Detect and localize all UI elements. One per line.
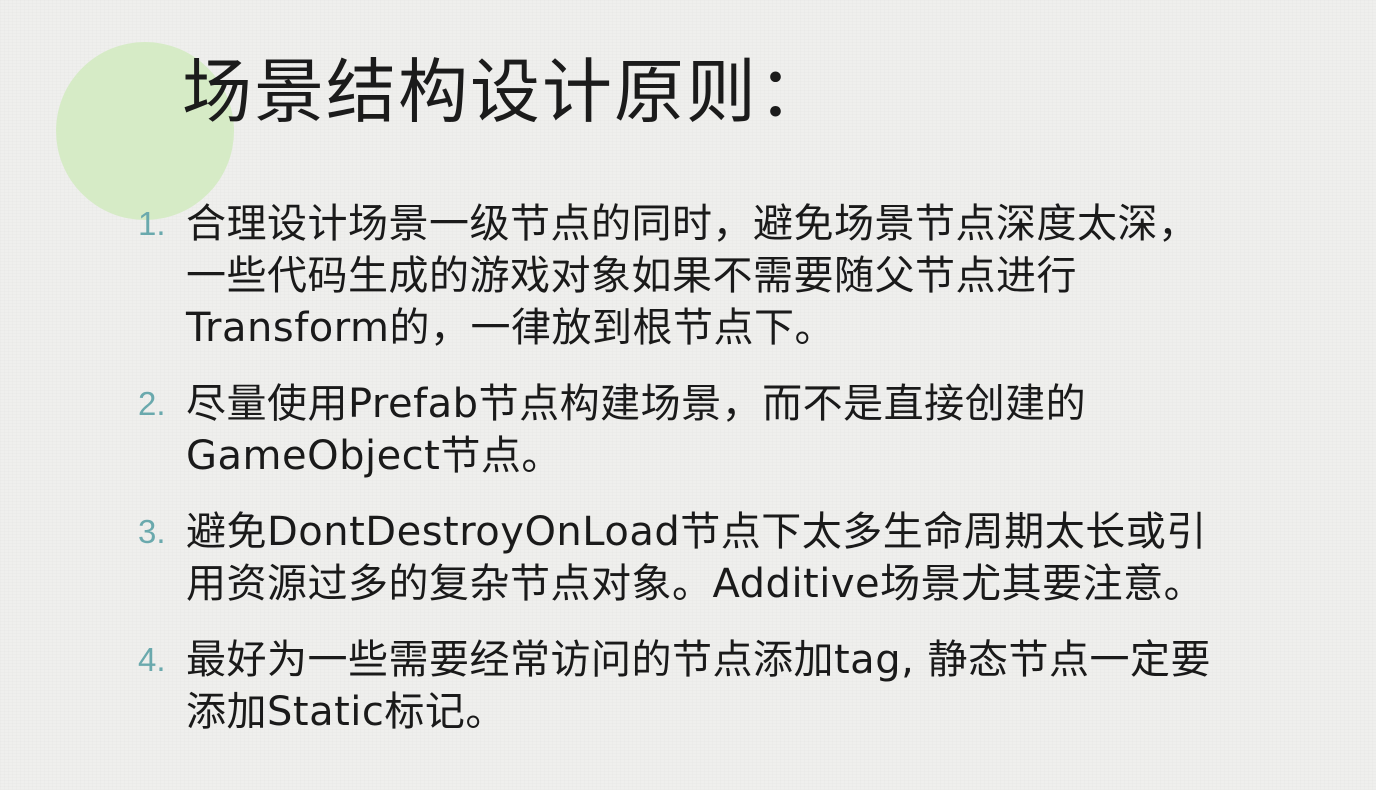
list-item: 3. 避免DontDestroyOnLoad节点下太多生命周期太长或引 用资源过… xyxy=(0,506,1376,610)
item-line: 最好为一些需要经常访问的节点添加tag, 静态节点一定要 xyxy=(186,637,1212,683)
item-text: 尽量使用Prefab节点构建场景，而不是直接创建的 GameObject节点。 xyxy=(186,378,1296,482)
item-text: 合理设计场景一级节点的同时，避免场景节点深度太深， 一些代码生成的游戏对象如果不… xyxy=(186,198,1296,354)
item-line: 添加Static标记。 xyxy=(186,689,506,735)
item-line: 尽量使用Prefab节点构建场景，而不是直接创建的 xyxy=(186,381,1087,427)
item-number: 3. xyxy=(138,513,166,550)
slide: 场景结构设计原则： 1. 合理设计场景一级节点的同时，避免场景节点深度太深， 一… xyxy=(0,0,1376,790)
list-item: 1. 合理设计场景一级节点的同时，避免场景节点深度太深， 一些代码生成的游戏对象… xyxy=(0,198,1376,354)
item-number: 2. xyxy=(138,385,166,422)
item-line: 一些代码生成的游戏对象如果不需要随父节点进行 xyxy=(186,253,1077,299)
slide-title: 场景结构设计原则： xyxy=(182,51,830,133)
item-line: 用资源过多的复杂节点对象。Additive场景尤其要注意。 xyxy=(186,561,1205,607)
item-line: Transform的，一律放到根节点下。 xyxy=(186,305,835,351)
list-item: 4. 最好为一些需要经常访问的节点添加tag, 静态节点一定要 添加Static… xyxy=(0,634,1376,738)
item-number: 1. xyxy=(138,205,166,242)
item-line: 避免DontDestroyOnLoad节点下太多生命周期太长或引 xyxy=(186,509,1207,555)
item-text: 最好为一些需要经常访问的节点添加tag, 静态节点一定要 添加Static标记。 xyxy=(186,634,1296,738)
principles-list: 1. 合理设计场景一级节点的同时，避免场景节点深度太深， 一些代码生成的游戏对象… xyxy=(0,198,1376,762)
item-number: 4. xyxy=(138,641,166,678)
item-line: 合理设计场景一级节点的同时，避免场景节点深度太深， xyxy=(186,201,1199,247)
item-text: 避免DontDestroyOnLoad节点下太多生命周期太长或引 用资源过多的复… xyxy=(186,506,1296,610)
item-line: GameObject节点。 xyxy=(186,433,562,479)
list-item: 2. 尽量使用Prefab节点构建场景，而不是直接创建的 GameObject节… xyxy=(0,378,1376,482)
